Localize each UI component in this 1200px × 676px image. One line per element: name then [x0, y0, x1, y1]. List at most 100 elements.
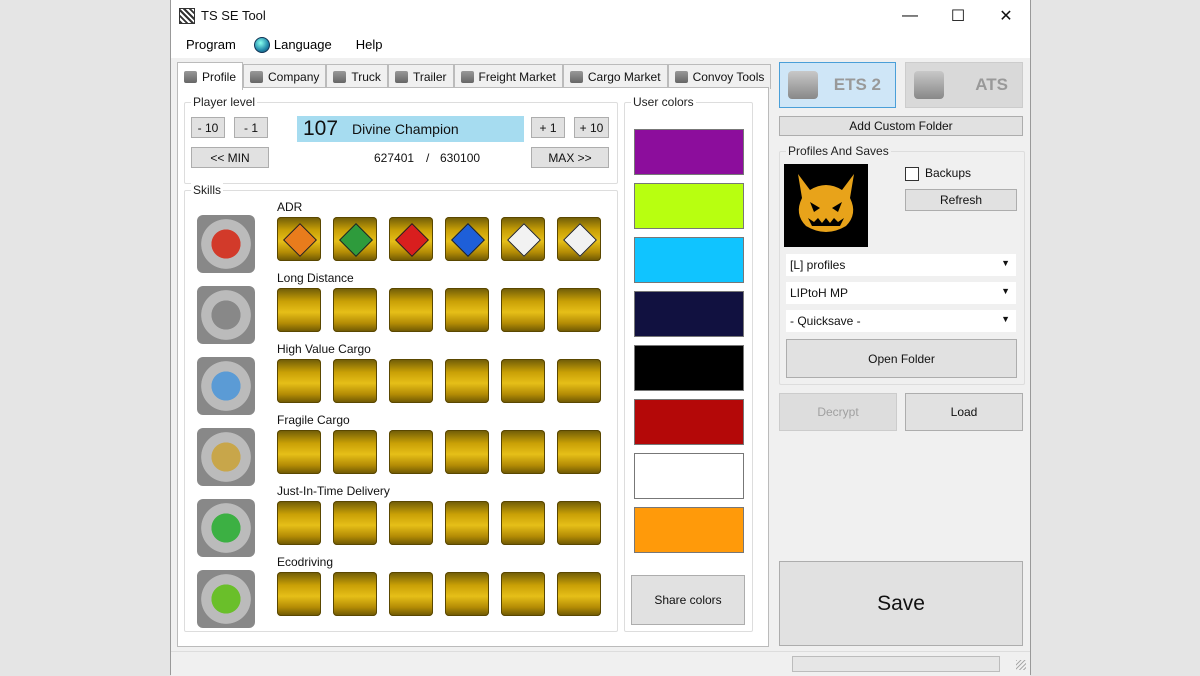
- corrosive-icon: [563, 223, 597, 257]
- close-button[interactable]: ✕: [982, 0, 1030, 31]
- skill-level-slot[interactable]: [389, 430, 433, 474]
- menu-language[interactable]: Language: [245, 31, 341, 58]
- player-rank-name: Divine Champion: [352, 121, 459, 137]
- tab-profile[interactable]: Profile: [177, 62, 244, 90]
- user-color-swatch[interactable]: [634, 399, 744, 445]
- skill-level-slot[interactable]: [501, 430, 545, 474]
- tab-convoy-tools[interactable]: Convoy Tools: [667, 64, 772, 89]
- skill-level-slot[interactable]: [557, 359, 601, 403]
- title-bar: TS SE Tool — ☐ ✕: [171, 0, 1030, 31]
- skill-level-slot[interactable]: [277, 217, 321, 261]
- skill-level-slot[interactable]: [333, 217, 377, 261]
- skill-level-slot[interactable]: [389, 359, 433, 403]
- user-color-swatch[interactable]: [634, 237, 744, 283]
- skill-level-slot[interactable]: [277, 430, 321, 474]
- ats-game-button[interactable]: ATS: [905, 62, 1023, 108]
- menu-program[interactable]: Program: [177, 31, 245, 58]
- user-color-swatch[interactable]: [634, 183, 744, 229]
- skill-name: High Value Cargo: [277, 342, 371, 356]
- level-min-button[interactable]: << MIN: [191, 147, 269, 168]
- app-icon: [179, 7, 195, 24]
- tab-label: Freight Market: [478, 70, 556, 84]
- skill-level-slot[interactable]: [277, 501, 321, 545]
- user-color-swatch[interactable]: [634, 291, 744, 337]
- profile-folder-select[interactable]: [L] profiles ▼: [786, 254, 1016, 276]
- skill-level-slot[interactable]: [501, 288, 545, 332]
- skill-level-slot[interactable]: [333, 572, 377, 616]
- skill-row: Long Distance: [185, 271, 615, 344]
- skill-level-slot[interactable]: [445, 501, 489, 545]
- refresh-button[interactable]: Refresh: [905, 189, 1017, 211]
- tab-truck[interactable]: Truck: [326, 64, 388, 89]
- skill-level-slot[interactable]: [557, 430, 601, 474]
- ets2-truck-icon: [788, 71, 818, 99]
- skill-level-slot[interactable]: [445, 288, 489, 332]
- skill-level-slot[interactable]: [557, 501, 601, 545]
- player-level-group: Player level - 10 - 1 << MIN 107 Divine …: [184, 95, 618, 184]
- skill-level-slot[interactable]: [277, 572, 321, 616]
- profile-tab-panel: Player level - 10 - 1 << MIN 107 Divine …: [177, 87, 769, 647]
- skill-level-slot[interactable]: [389, 288, 433, 332]
- skill-level-slot[interactable]: [389, 572, 433, 616]
- skill-level-slot[interactable]: [333, 501, 377, 545]
- trailer-icon: [394, 71, 408, 83]
- tab-trailer[interactable]: Trailer: [387, 64, 454, 89]
- level-max-button[interactable]: MAX >>: [531, 147, 609, 168]
- profile-select[interactable]: LIPtoH MP ▼: [786, 282, 1016, 304]
- just-in-time-skill-icon: [197, 499, 255, 557]
- add-custom-folder-button[interactable]: Add Custom Folder: [779, 116, 1023, 136]
- menu-help[interactable]: Help: [347, 31, 392, 58]
- skill-level-slot[interactable]: [445, 359, 489, 403]
- open-folder-button[interactable]: Open Folder: [786, 339, 1017, 378]
- decrypt-button[interactable]: Decrypt: [779, 393, 897, 431]
- skill-level-slot[interactable]: [501, 501, 545, 545]
- level-minus-10-button[interactable]: - 10: [191, 117, 225, 138]
- skill-level-slot[interactable]: [501, 359, 545, 403]
- tab-company[interactable]: Company: [243, 64, 327, 89]
- tab-label: Company: [268, 70, 320, 84]
- window-title: TS SE Tool: [201, 8, 266, 23]
- skill-level-slot[interactable]: [333, 359, 377, 403]
- skill-level-slot[interactable]: [277, 288, 321, 332]
- skill-level-slot[interactable]: [445, 430, 489, 474]
- backups-checkbox[interactable]: Backups: [905, 166, 971, 181]
- skill-level-slot[interactable]: [389, 217, 433, 261]
- skill-level-slot[interactable]: [557, 572, 601, 616]
- save-value: - Quicksave -: [790, 314, 861, 328]
- skill-level-slot[interactable]: [445, 572, 489, 616]
- tab-cargo-market[interactable]: Cargo Market: [562, 64, 668, 89]
- skill-level-slot[interactable]: [501, 217, 545, 261]
- resize-grip-icon[interactable]: [1016, 660, 1026, 670]
- skill-level-slot[interactable]: [389, 501, 433, 545]
- user-color-swatch[interactable]: [634, 507, 744, 553]
- level-plus-10-button[interactable]: + 10: [574, 117, 609, 138]
- level-plus-1-button[interactable]: + 1: [531, 117, 565, 138]
- non-flammable-gas-icon: [339, 223, 373, 257]
- skill-level-slot[interactable]: [277, 359, 321, 403]
- skill-level-slot[interactable]: [557, 288, 601, 332]
- load-button[interactable]: Load: [905, 393, 1023, 431]
- backups-checkbox-box[interactable]: [905, 166, 919, 181]
- save-select[interactable]: - Quicksave - ▼: [786, 310, 1016, 332]
- adr-skill-icon: [197, 215, 255, 273]
- skill-level-slot[interactable]: [445, 217, 489, 261]
- minimize-button[interactable]: —: [886, 0, 934, 31]
- progress-bar: [792, 656, 1000, 672]
- truck-icon: [333, 71, 347, 83]
- skill-level-slot[interactable]: [333, 288, 377, 332]
- maximize-button[interactable]: ☐: [934, 0, 982, 31]
- user-color-swatch[interactable]: [634, 453, 744, 499]
- share-colors-button[interactable]: Share colors: [631, 575, 745, 625]
- user-color-swatch[interactable]: [634, 129, 744, 175]
- ets2-game-button[interactable]: ETS 2: [779, 62, 896, 108]
- level-minus-1-button[interactable]: - 1: [234, 117, 268, 138]
- save-button[interactable]: Save: [779, 561, 1023, 646]
- skill-level-slot[interactable]: [501, 572, 545, 616]
- skill-name: Ecodriving: [277, 555, 334, 569]
- ets2-label: ETS 2: [833, 75, 881, 94]
- tab-freight-market[interactable]: Freight Market: [453, 64, 563, 89]
- chevron-down-icon: ▼: [1001, 258, 1010, 268]
- user-color-swatch[interactable]: [634, 345, 744, 391]
- skill-level-slot[interactable]: [333, 430, 377, 474]
- skill-level-slot[interactable]: [557, 217, 601, 261]
